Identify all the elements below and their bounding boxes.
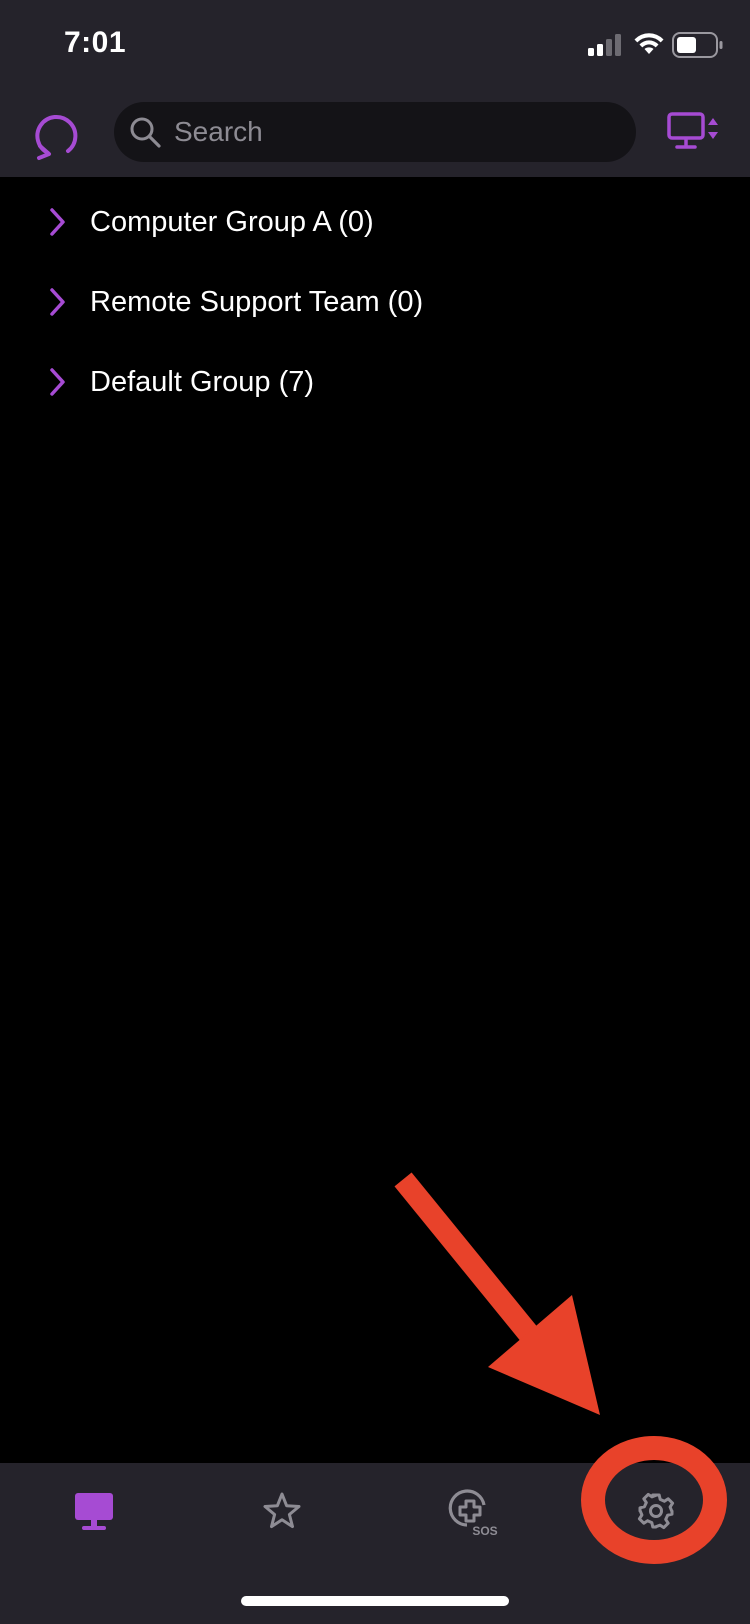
tab-computers[interactable] (64, 1481, 124, 1541)
tab-sos[interactable]: SOS (440, 1481, 500, 1541)
chevron-right-icon (50, 288, 65, 316)
search-input[interactable] (174, 102, 614, 162)
search-bar[interactable] (114, 102, 636, 162)
computer-icon (75, 1493, 113, 1530)
cellular-signal-icon (588, 34, 621, 56)
refresh-button[interactable] (28, 106, 84, 162)
sos-badge-text: SOS (472, 1524, 497, 1538)
star-icon (263, 1492, 301, 1529)
tab-settings[interactable] (626, 1481, 686, 1541)
annotation-arrow-shaft (394, 1172, 571, 1382)
home-indicator (241, 1596, 509, 1606)
status-icons (588, 30, 724, 60)
refresh-icon (35, 115, 78, 160)
computer-sort-button[interactable] (666, 110, 724, 154)
group-row[interactable]: Default Group (7) (0, 347, 750, 417)
chevron-right-icon (50, 208, 65, 236)
battery-icon (672, 32, 723, 58)
group-row[interactable]: Computer Group A (0) (0, 187, 750, 257)
tab-favorites[interactable] (252, 1481, 312, 1541)
search-icon (130, 117, 161, 148)
sos-icon: SOS (448, 1489, 498, 1538)
gear-icon (637, 1492, 675, 1530)
group-label: Remote Support Team (0) (90, 286, 424, 318)
annotation-arrowhead (488, 1295, 600, 1415)
status-time: 7:01 (64, 26, 127, 59)
top-header: 7:01 (0, 0, 750, 177)
chevron-right-icon (50, 368, 65, 396)
computer-sort-icon (667, 112, 718, 149)
group-label: Computer Group A (0) (90, 206, 374, 238)
group-row[interactable]: Remote Support Team (0) (0, 267, 750, 337)
wifi-icon (634, 33, 664, 54)
group-label: Default Group (7) (90, 366, 315, 398)
